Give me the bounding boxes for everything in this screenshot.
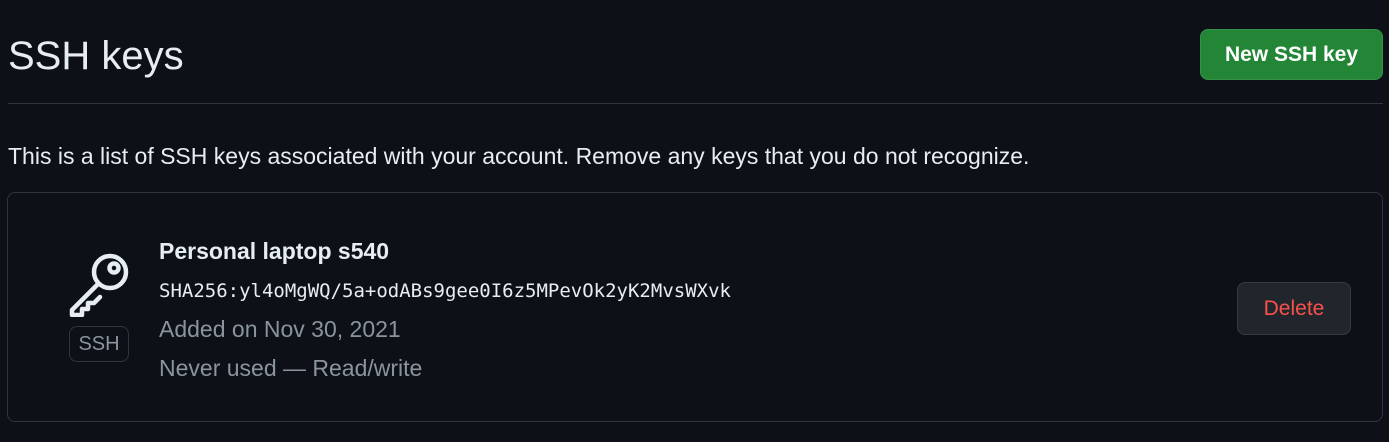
key-usage-status: Never used — Read/write	[159, 355, 423, 381]
key-title: Personal laptop s540	[159, 238, 390, 264]
new-ssh-key-button[interactable]: New SSH key	[1200, 29, 1383, 80]
ssh-type-badge: SSH	[69, 326, 129, 362]
delete-key-button[interactable]: Delete	[1237, 282, 1351, 335]
key-icon	[68, 253, 132, 318]
page-title: SSH keys	[8, 34, 184, 78]
key-added-date: Added on Nov 30, 2021	[159, 316, 401, 342]
ssh-key-item: SSH Personal laptop s540 SHA256:yl4oMgWQ…	[7, 192, 1383, 422]
intro-text: This is a list of SSH keys associated wi…	[8, 143, 1030, 169]
page-header: SSH keys New SSH key	[8, 0, 1383, 104]
ssh-keys-page: SSH keys New SSH key This is a list of S…	[0, 0, 1389, 442]
key-fingerprint: SHA256:yl4oMgWQ/5a+odABs9gee0I6z5MPevOk2…	[159, 280, 731, 302]
